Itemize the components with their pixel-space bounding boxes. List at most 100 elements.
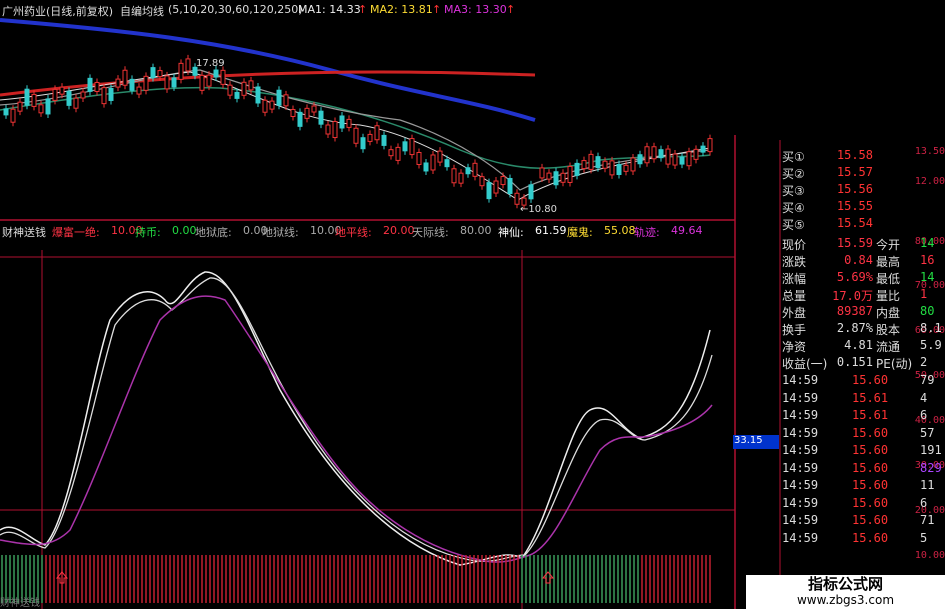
candle bbox=[644, 146, 650, 164]
candle bbox=[52, 88, 58, 101]
stat-value: 4.81 bbox=[844, 338, 873, 352]
candle bbox=[255, 86, 261, 104]
candle bbox=[486, 182, 492, 200]
stat-value: 1 bbox=[920, 287, 928, 301]
tick-row: 14:59 15.60 71 bbox=[780, 513, 945, 530]
candle bbox=[325, 124, 331, 135]
signal-bars bbox=[1, 555, 711, 603]
tick-price: 15.60 bbox=[852, 478, 889, 492]
bid-label: 买④ bbox=[782, 201, 805, 215]
indicator-number: 55.08 bbox=[604, 224, 636, 237]
tick-volume: 6 bbox=[920, 408, 928, 422]
indicator-name: 自编均线 bbox=[120, 5, 164, 18]
candle bbox=[87, 77, 93, 92]
indicator-title: 财神送钱 bbox=[2, 226, 46, 239]
candle bbox=[616, 163, 622, 175]
quote-panel: 买① 15.58 买② 15.57 买③ 15.56 买④ 15.55 买⑤ 15.54 现价 15.… bbox=[780, 144, 945, 609]
tick-volume: 11 bbox=[920, 478, 935, 492]
candle bbox=[388, 149, 394, 157]
watermark: 指标公式网 www.zbgs3.com bbox=[746, 575, 945, 609]
tick-time: 14:59 bbox=[782, 443, 819, 457]
candle bbox=[560, 172, 566, 183]
candle bbox=[472, 162, 478, 177]
candle bbox=[609, 160, 615, 176]
candle bbox=[227, 84, 233, 96]
candle bbox=[108, 87, 114, 101]
tick-price: 15.60 bbox=[852, 425, 889, 440]
ma2-label: MA2: 13.81 bbox=[370, 3, 433, 16]
tick-volume: 71 bbox=[920, 513, 935, 527]
bid-label: 买① bbox=[782, 150, 805, 164]
arrow-icon: ↑ bbox=[506, 3, 516, 16]
stat-value: 0.84 bbox=[844, 253, 873, 267]
candle bbox=[353, 127, 359, 144]
indicator-value: 爆富一绝: bbox=[52, 226, 100, 239]
stat-label: 今开 bbox=[876, 238, 901, 252]
candle bbox=[234, 91, 240, 99]
stat-label: 流通 bbox=[876, 340, 901, 354]
candle bbox=[3, 108, 9, 116]
candle bbox=[588, 153, 594, 170]
stat-value: 5.9 bbox=[920, 338, 942, 352]
candle bbox=[581, 160, 587, 170]
candle bbox=[630, 157, 636, 172]
candle bbox=[122, 69, 128, 86]
stat-value: 17.0万 bbox=[832, 289, 873, 303]
bid-price: 15.56 bbox=[836, 182, 873, 196]
stat-row: 换手 2.87% 股本 8.1 bbox=[780, 321, 945, 338]
candle bbox=[395, 146, 401, 161]
candle bbox=[10, 108, 16, 123]
candle bbox=[623, 164, 629, 172]
candle bbox=[178, 62, 184, 80]
bid-row: 买③ 15.56 bbox=[780, 182, 945, 199]
tick-volume: 829 bbox=[920, 460, 942, 475]
candle bbox=[276, 89, 282, 106]
candle bbox=[651, 146, 657, 160]
tick-price: 15.60 bbox=[852, 460, 889, 475]
bid-row: 买① 15.58 bbox=[780, 148, 945, 165]
candle bbox=[374, 125, 380, 141]
candle bbox=[637, 154, 643, 165]
candle bbox=[269, 100, 275, 110]
candle bbox=[444, 159, 450, 168]
stat-row: 现价 15.59 今开 14 bbox=[780, 236, 945, 253]
candle bbox=[213, 69, 219, 78]
arrow-icon: ↑ bbox=[358, 3, 368, 16]
candle bbox=[339, 115, 345, 129]
candle bbox=[304, 107, 310, 119]
candle bbox=[150, 67, 156, 79]
bid-price: 15.58 bbox=[836, 148, 873, 162]
candle bbox=[493, 180, 499, 194]
candle bbox=[602, 160, 608, 169]
candle bbox=[66, 90, 72, 106]
indicator-value: 地狱线: bbox=[262, 226, 299, 239]
bid-row: 买② 15.57 bbox=[780, 165, 945, 182]
tick-volume: 191 bbox=[920, 443, 942, 457]
candle bbox=[129, 78, 135, 91]
stat-row: 涨幅 5.69% 最低 14 bbox=[780, 270, 945, 287]
tick-time: 14:59 bbox=[782, 408, 819, 422]
tick-volume: 57 bbox=[920, 425, 935, 440]
stat-value: 15.59 bbox=[836, 236, 873, 250]
candle bbox=[136, 86, 142, 95]
candle bbox=[665, 148, 671, 165]
tick-row: 14:59 15.60 11 bbox=[780, 478, 945, 495]
candle bbox=[546, 172, 552, 180]
tick-volume: 5 bbox=[920, 530, 928, 545]
stat-row: 总量 17.0万 量比 1 bbox=[780, 287, 945, 304]
candle bbox=[73, 97, 79, 109]
tick-time: 14:59 bbox=[782, 513, 819, 527]
low-annotation: ←10.80 bbox=[520, 204, 558, 215]
candle bbox=[553, 171, 559, 186]
candle bbox=[164, 75, 170, 90]
stat-value: 5.69% bbox=[836, 270, 873, 284]
candle bbox=[17, 101, 23, 112]
candle bbox=[24, 88, 30, 106]
stat-row: 涨跌 0.84 最高 16 bbox=[780, 253, 945, 270]
cursor-value: 33.15 bbox=[734, 435, 763, 446]
stat-label: 外盘 bbox=[782, 306, 807, 320]
tick-time: 14:59 bbox=[782, 425, 819, 440]
candle bbox=[80, 91, 86, 99]
tick-time: 14:59 bbox=[782, 460, 819, 475]
bid-row: 买⑤ 15.54 bbox=[780, 216, 945, 233]
